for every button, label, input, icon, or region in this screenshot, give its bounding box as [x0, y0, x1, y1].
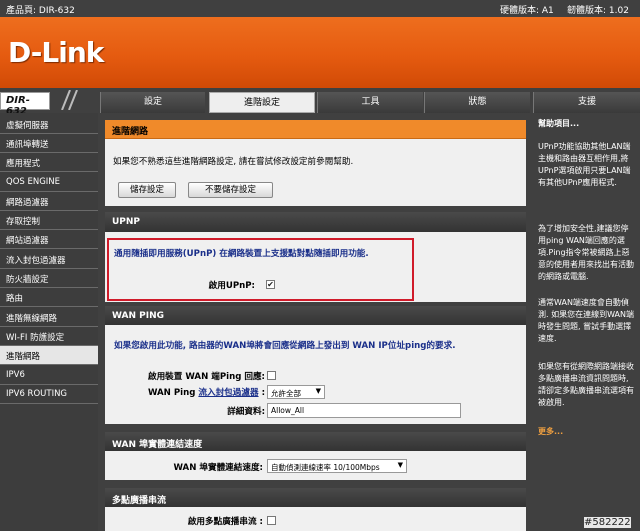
sidebar-item-inbound-filter[interactable]: 流入封包過濾器: [0, 250, 98, 269]
wan-speed-title: WAN 埠實體連結速度: [105, 432, 526, 451]
wan-speed-section: WAN 埠實體連結速度: 自動偵測連線速率 10/100Mbps ▼: [105, 451, 526, 480]
sidebar-item-qos-engine[interactable]: QOS ENGINE: [0, 173, 98, 192]
wan-ping-enable-label: 啟用裝置 WAN 端Ping 回應:: [147, 372, 265, 382]
wan-ping-filter-prefix: WAN Ping: [147, 388, 196, 398]
wan-ping-filter-select[interactable]: 允許全部 ▼: [267, 385, 325, 399]
sidebar-item-firewall-settings[interactable]: 防火牆設定: [0, 269, 98, 288]
dlink-logo: D-Link: [8, 36, 104, 69]
product-page-label: 產品頁: DIR-632: [6, 6, 75, 16]
wan-ping-title: WAN PING: [105, 306, 526, 325]
help-wan-speed: 通常WAN端速度會自動偵測. 如果您在連線到WAN端時發生問題, 嘗試手動選擇速…: [538, 298, 635, 343]
sidebar-item-port-forwarding[interactable]: 通訊埠轉送: [0, 134, 98, 153]
help-more-link[interactable]: 更多...: [538, 426, 634, 438]
details-field[interactable]: Allow_All: [267, 403, 461, 418]
firmware-version: 韌體版本: 1.02: [567, 6, 629, 16]
chevron-down-icon: ▼: [315, 387, 321, 395]
sidebar-item-application-rules[interactable]: 應用程式: [0, 153, 98, 172]
sidebar: 虛擬伺服器 通訊埠轉送 應用程式 QOS ENGINE 網路過濾器 存取控制 網…: [0, 113, 98, 531]
top-info-bar: 產品頁: DIR-632 硬體版本: A1 韌體版本: 1.02: [0, 0, 640, 17]
highlight-box: [107, 238, 414, 301]
hardware-version: 硬體版本: A1: [500, 6, 554, 16]
help-wan-ping: 為了增加安全性,建議您停用ping WAN端回應的選項.Ping指令常被網路上惡…: [538, 224, 634, 281]
tab-tools[interactable]: 工具: [317, 92, 423, 113]
sidebar-item-routing[interactable]: 路由: [0, 288, 98, 307]
sidebar-item-access-control[interactable]: 存取控制: [0, 211, 98, 230]
wan-speed-select[interactable]: 自動偵測連線速率 10/100Mbps ▼: [267, 459, 407, 473]
multicast-enable-checkbox[interactable]: [267, 516, 276, 525]
advanced-network-title: 進階網路: [105, 120, 526, 139]
tab-setup[interactable]: 設定: [100, 92, 205, 113]
tab-support[interactable]: 支援: [533, 92, 640, 113]
sidebar-item-virtual-server[interactable]: 虛擬伺服器: [0, 115, 98, 134]
multicast-section: 啟用多點廣播串流 :: [105, 507, 526, 531]
chevron-down-icon: ▼: [397, 461, 403, 469]
model-label: DIR-632: [0, 92, 50, 117]
wan-speed-label: WAN 埠實體連結速度:: [173, 463, 263, 473]
upnp-title: UPNP: [105, 212, 526, 232]
slashes-decoration: [61, 90, 78, 110]
sidebar-item-advanced-wireless[interactable]: 進階無線網路: [0, 308, 98, 327]
wan-ping-filter-suffix: :: [261, 388, 265, 398]
wan-ping-section: 如果您啟用此功能, 路由器的WAN埠將會回應從網路上發出到 WAN IP位址pi…: [105, 325, 526, 424]
multicast-title: 多點廣播串流: [105, 488, 526, 507]
sidebar-item-ipv6[interactable]: IPV6: [0, 366, 98, 385]
wan-speed-value: 自動偵測連線速率 10/100Mbps: [271, 463, 380, 472]
sidebar-item-network-filter[interactable]: 網路過濾器: [0, 192, 98, 211]
sidebar-item-ipv6-routing[interactable]: IPV6 ROUTING: [0, 385, 98, 404]
advanced-network-section: 如果您不熟悉這些進階網路設定, 請在嘗試修改設定前參閱幫助. 儲存設定 不要儲存…: [105, 139, 526, 206]
save-settings-button[interactable]: 儲存設定: [118, 182, 176, 198]
wan-ping-filter-label: WAN Ping 流入封包過濾器 :: [135, 386, 265, 398]
wan-ping-description: 如果您啟用此功能, 路由器的WAN埠將會回應從網路上發出到 WAN IP位址pi…: [114, 341, 456, 351]
tab-status[interactable]: 狀態: [424, 92, 530, 113]
help-panel: 幫助項目... UPnP功能協助其他LAN端主機和路由器互相作用,將UPnP選項…: [532, 113, 640, 531]
help-multicast: 如果您有從網際網路端接收多點廣播串流資訊問題時,請卻定多點廣播串流選項有被啟用.: [538, 362, 634, 407]
sidebar-item-website-filter[interactable]: 網站過濾器: [0, 230, 98, 249]
tab-advanced[interactable]: 進階設定: [209, 92, 315, 113]
sidebar-item-advanced-network[interactable]: 進階網路: [0, 346, 98, 365]
help-upnp: UPnP功能協助其他LAN端主機和路由器互相作用,將UPnP選項啟用只要LAN端…: [538, 142, 631, 187]
sidebar-item-wifi-protected-setup[interactable]: WI-FI 防護設定: [0, 327, 98, 346]
multicast-enable-label: 啟用多點廣播串流 :: [187, 517, 263, 527]
watermark: #582222: [584, 517, 631, 528]
inbound-filter-link[interactable]: 流入封包過濾器: [198, 388, 258, 398]
wan-ping-filter-value: 允許全部: [271, 389, 301, 398]
advanced-network-description: 如果您不熟悉這些進階網路設定, 請在嘗試修改設定前參閱幫助.: [113, 157, 354, 167]
details-label: 詳細資料:: [227, 407, 265, 417]
wan-ping-enable-checkbox[interactable]: [267, 371, 276, 380]
help-title: 幫助項目...: [538, 119, 580, 128]
dont-save-settings-button[interactable]: 不要儲存設定: [188, 182, 273, 198]
